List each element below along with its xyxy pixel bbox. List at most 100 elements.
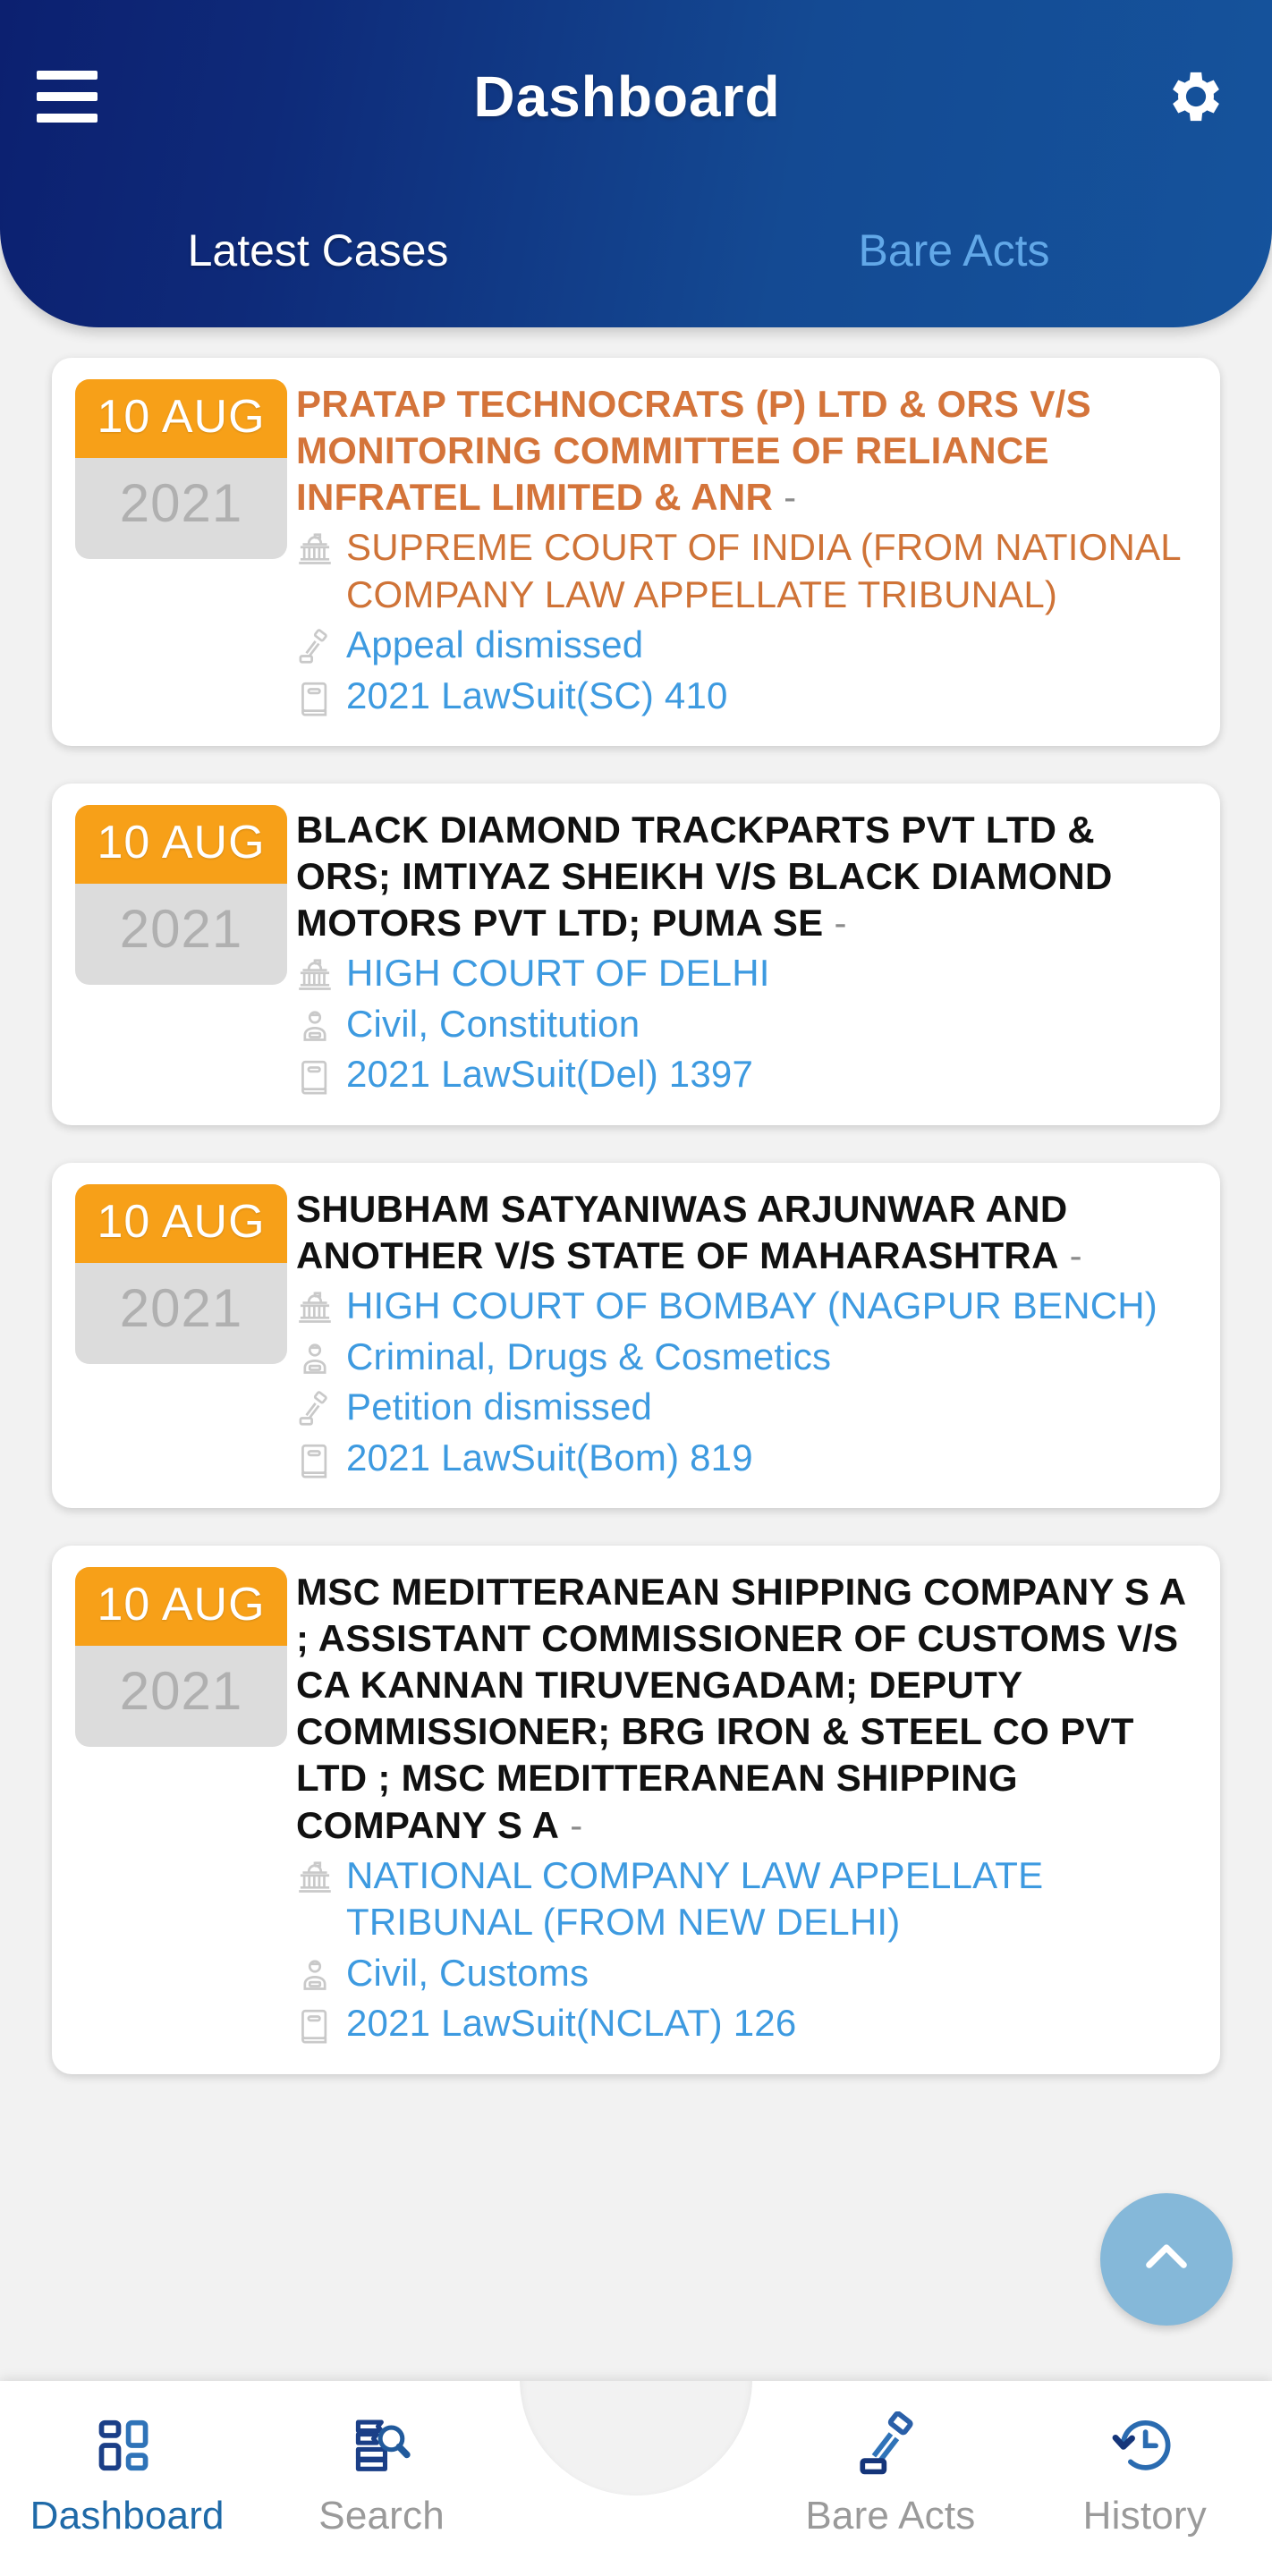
case-category-row[interactable]: Criminal, Drugs & Cosmetics (296, 1334, 1197, 1381)
court-name: HIGH COURT OF DELHI (346, 952, 770, 995)
app-header: Dashboard Latest Cases Bare Acts (0, 0, 1272, 327)
date-badge: 10 AUG 2021 (75, 379, 287, 559)
hamburger-line (37, 91, 98, 101)
case-court-row[interactable]: NATIONAL COMPANY LAW APPELLATE TRIBUNAL … (296, 1852, 1197, 1946)
case-court-row[interactable]: HIGH COURT OF DELHI (296, 950, 1197, 997)
case-category: Criminal, Drugs & Cosmetics (346, 1335, 832, 1377)
court-name: SUPREME COURT OF INDIA (FROM NATIONAL CO… (346, 526, 1181, 615)
person-icon (296, 1950, 346, 1996)
date-year: 2021 (119, 1277, 243, 1338)
header-tabs: Latest Cases Bare Acts (0, 201, 1272, 300)
gavel-icon (856, 2411, 924, 2479)
chevron-up-icon (1137, 2228, 1196, 2292)
courthouse-icon (296, 1852, 346, 1899)
app-root: Dashboard Latest Cases Bare Acts 10 AUG … (0, 0, 1272, 2576)
case-category: Civil, Customs (346, 1951, 589, 1994)
case-category-row[interactable]: Civil, Constitution (296, 1001, 1197, 1048)
case-card[interactable]: 10 AUG 2021 BLACK DIAMOND TRACKPARTS PVT… (52, 784, 1220, 1125)
page-title: Dashboard (473, 64, 781, 129)
clock-history-icon (1111, 2411, 1179, 2479)
hamburger-icon[interactable] (0, 70, 134, 123)
case-court-row[interactable]: SUPREME COURT OF INDIA (FROM NATIONAL CO… (296, 524, 1197, 618)
case-body: PRATAP TECHNOCRATS (P) LTD & ORS V/S MON… (296, 379, 1197, 719)
bottom-navigation: Dashboard Search Bare Acts History (0, 2381, 1272, 2576)
nav-item-bare-acts[interactable]: Bare Acts (763, 2381, 1017, 2576)
gavel-icon (296, 622, 346, 668)
nav-center-spacer (509, 2381, 763, 2576)
case-outcome-row[interactable]: Petition dismissed (296, 1384, 1197, 1431)
nav-items: Dashboard Search Bare Acts History (0, 2381, 1272, 2576)
courthouse-icon (296, 950, 346, 996)
case-card[interactable]: 10 AUG 2021 SHUBHAM SATYANIWAS ARJUNWAR … (52, 1162, 1220, 1509)
grid-dashboard-icon (93, 2411, 161, 2479)
date-year: 2021 (119, 473, 243, 533)
court-name: NATIONAL COMPANY LAW APPELLATE TRIBUNAL … (346, 1853, 1044, 1944)
case-citation-row[interactable]: 2021 LawSuit(Del) 1397 (296, 1051, 1197, 1098)
tab-label: Bare Acts (858, 225, 1050, 275)
case-title: BLACK DIAMOND TRACKPARTS PVT LTD & ORS; … (296, 807, 1197, 946)
tab-bare-acts[interactable]: Bare Acts (636, 201, 1272, 300)
case-citation: 2021 LawSuit(Del) 1397 (346, 1053, 754, 1096)
case-outcome-row[interactable]: Appeal dismissed (296, 622, 1197, 669)
date-year: 2021 (119, 1661, 243, 1722)
case-outcome: Petition dismissed (346, 1385, 653, 1428)
gear-icon (1163, 64, 1229, 130)
case-citation: 2021 LawSuit(NCLAT) 126 (346, 2002, 797, 2045)
case-citation: 2021 LawSuit(SC) 410 (346, 674, 728, 716)
case-title-dash: - (1058, 1234, 1082, 1277)
tab-label: Latest Cases (187, 225, 449, 275)
case-citation-row[interactable]: 2021 LawSuit(Bom) 819 (296, 1435, 1197, 1482)
case-court-row[interactable]: HIGH COURT OF BOMBAY (NAGPUR BENCH) (296, 1283, 1197, 1330)
case-category-row[interactable]: Civil, Customs (296, 1950, 1197, 1997)
date-badge: 10 AUG 2021 (75, 1183, 287, 1364)
case-citation-row[interactable]: 2021 LawSuit(NCLAT) 126 (296, 2000, 1197, 2047)
case-title-dash: - (773, 476, 797, 519)
date-badge: 10 AUG 2021 (75, 805, 287, 986)
book-icon (296, 1051, 346, 1097)
nav-label: Search (318, 2494, 445, 2538)
nav-item-search[interactable]: Search (254, 2381, 508, 2576)
case-title: PRATAP TECHNOCRATS (P) LTD & ORS V/S MON… (296, 381, 1197, 521)
nav-label: Dashboard (30, 2494, 225, 2538)
case-outcome: Appeal dismissed (346, 623, 644, 666)
date-day-month: 10 AUG (75, 1567, 287, 1647)
case-card[interactable]: 10 AUG 2021 PRATAP TECHNOCRATS (P) LTD &… (52, 358, 1220, 747)
hamburger-line (37, 113, 98, 123)
case-card[interactable]: 10 AUG 2021 MSC MEDITTERANEAN SHIPPING C… (52, 1546, 1220, 2074)
nav-label: Bare Acts (805, 2494, 976, 2538)
courthouse-icon (296, 1283, 346, 1329)
case-title-dash: - (559, 1803, 583, 1846)
date-day-month: 10 AUG (75, 1183, 287, 1263)
case-title-text: MSC MEDITTERANEAN SHIPPING COMPANY S A ;… (296, 1571, 1185, 1846)
nav-label: History (1082, 2494, 1207, 2538)
courthouse-icon (296, 524, 346, 571)
case-title-text: BLACK DIAMOND TRACKPARTS PVT LTD & ORS; … (296, 809, 1113, 945)
case-citation-row[interactable]: 2021 LawSuit(SC) 410 (296, 673, 1197, 720)
nav-item-history[interactable]: History (1018, 2381, 1272, 2576)
book-icon (296, 673, 346, 719)
book-icon (296, 2000, 346, 2046)
case-list[interactable]: 10 AUG 2021 PRATAP TECHNOCRATS (P) LTD &… (0, 340, 1272, 2352)
case-title: MSC MEDITTERANEAN SHIPPING COMPANY S A ;… (296, 1569, 1197, 1848)
scroll-to-top-button[interactable] (1100, 2193, 1233, 2326)
case-citation: 2021 LawSuit(Bom) 819 (346, 1436, 753, 1479)
tab-latest-cases[interactable]: Latest Cases (0, 201, 636, 300)
book-icon (296, 1435, 346, 1481)
case-category: Civil, Constitution (346, 1002, 640, 1045)
date-day-month: 10 AUG (75, 805, 287, 885)
person-icon (296, 1334, 346, 1380)
nav-item-dashboard[interactable]: Dashboard (0, 2381, 254, 2576)
gavel-icon (296, 1384, 346, 1430)
case-body: BLACK DIAMOND TRACKPARTS PVT LTD & ORS; … (296, 805, 1197, 1098)
case-title: SHUBHAM SATYANIWAS ARJUNWAR AND ANOTHER … (296, 1186, 1197, 1279)
header-bar: Dashboard (0, 0, 1272, 192)
case-body: SHUBHAM SATYANIWAS ARJUNWAR AND ANOTHER … (296, 1184, 1197, 1481)
case-title-text: PRATAP TECHNOCRATS (P) LTD & ORS V/S MON… (296, 383, 1091, 519)
hamburger-line (37, 70, 98, 80)
date-day-month: 10 AUG (75, 379, 287, 458)
case-title-dash: - (823, 902, 847, 945)
books-search-icon (348, 2411, 416, 2479)
person-icon (296, 1001, 346, 1047)
settings-button[interactable] (1120, 64, 1272, 130)
date-badge: 10 AUG 2021 (75, 1567, 287, 1748)
